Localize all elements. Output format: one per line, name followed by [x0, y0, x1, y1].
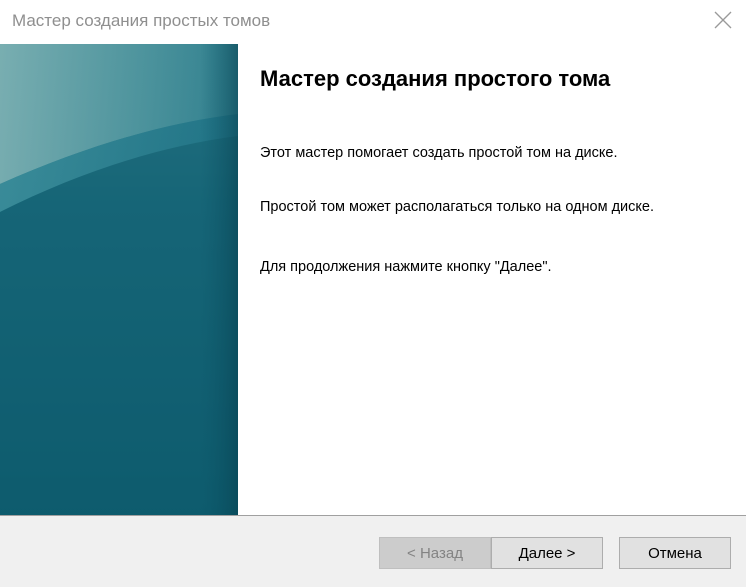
wizard-content: Мастер создания простого тома Этот масте… [0, 44, 746, 516]
back-button[interactable]: < Назад [379, 537, 491, 569]
wizard-window: Мастер создания простых томов Мастер соз… [0, 0, 746, 587]
continue-instruction: Для продолжения нажмите кнопку "Далее". [260, 259, 552, 275]
wizard-heading: Мастер создания простого тома [260, 66, 611, 91]
next-button[interactable]: Далее > [491, 537, 603, 569]
intro-paragraph: Этот мастер помогает создать простой том… [260, 145, 618, 161]
close-button[interactable] [700, 0, 746, 40]
close-icon [714, 11, 732, 29]
wizard-footer: < Назад Далее > Отмена [0, 516, 746, 587]
wizard-banner-image [0, 44, 238, 516]
title-bar: Мастер создания простых томов [0, 0, 746, 44]
cancel-button[interactable]: Отмена [619, 537, 731, 569]
window-title: Мастер создания простых томов [12, 11, 271, 30]
simple-volume-note: Простой том может располагаться только н… [260, 199, 654, 215]
